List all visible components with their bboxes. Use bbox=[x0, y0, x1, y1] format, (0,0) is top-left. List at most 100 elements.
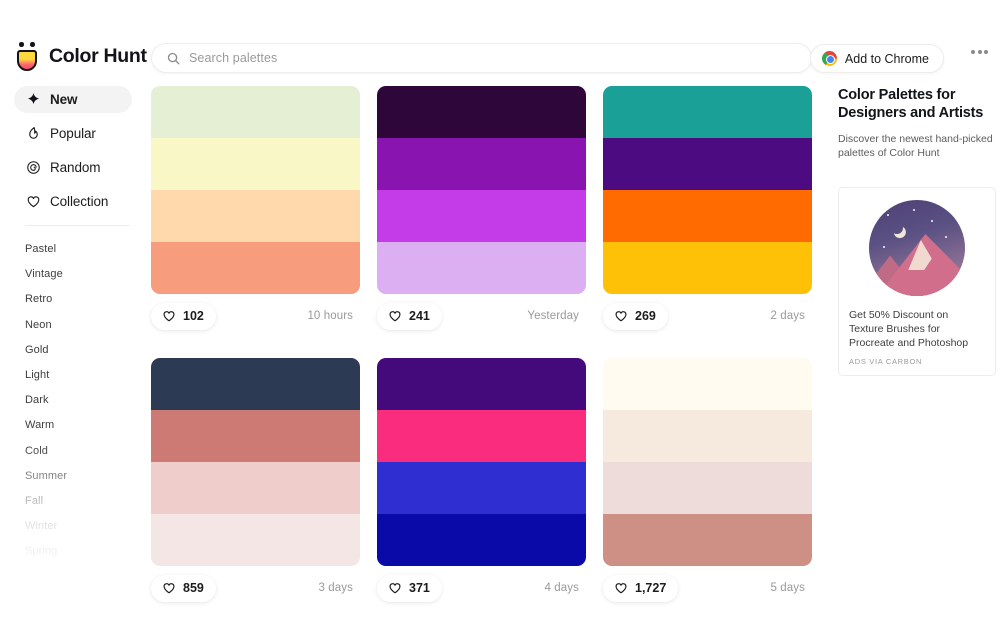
palette-timestamp: 4 days bbox=[544, 582, 579, 594]
heart-icon bbox=[27, 196, 40, 208]
like-button[interactable]: 1,727 bbox=[603, 574, 679, 602]
like-count: 1,727 bbox=[635, 581, 667, 595]
palette-color-swatch[interactable] bbox=[603, 242, 812, 294]
palette-color-swatch[interactable] bbox=[377, 86, 586, 138]
palette-color-swatch[interactable] bbox=[603, 410, 812, 462]
palette-color-swatch[interactable] bbox=[151, 242, 360, 294]
palette-color-swatch[interactable] bbox=[151, 86, 360, 138]
right-rail: Color Palettes for Designers and Artists… bbox=[838, 86, 996, 376]
palette-color-swatch[interactable] bbox=[377, 514, 586, 566]
palette-card[interactable]: 269 2 days bbox=[603, 86, 812, 338]
like-count: 102 bbox=[183, 309, 204, 323]
sidebar-item-random-label: Random bbox=[50, 160, 101, 175]
sidebar-tag-summer[interactable]: Summer bbox=[0, 464, 150, 489]
logo-cup-icon bbox=[17, 50, 37, 71]
like-count: 269 bbox=[635, 309, 656, 323]
sidebar-item-new[interactable]: New bbox=[14, 86, 132, 113]
sidebar-tag-light[interactable]: Light bbox=[0, 363, 150, 388]
palette-color-swatch[interactable] bbox=[377, 358, 586, 410]
brand-name: Color Hunt bbox=[49, 44, 147, 67]
palette-swatches[interactable] bbox=[377, 86, 586, 294]
palette-color-swatch[interactable] bbox=[603, 358, 812, 410]
palette-swatches[interactable] bbox=[151, 358, 360, 566]
sidebar-tag-gold[interactable]: Gold bbox=[0, 338, 150, 363]
like-button[interactable]: 241 bbox=[377, 302, 442, 330]
palette-timestamp: 5 days bbox=[770, 582, 805, 594]
heart-icon bbox=[389, 583, 401, 594]
like-button[interactable]: 859 bbox=[151, 574, 216, 602]
palette-swatches[interactable] bbox=[603, 86, 812, 294]
add-to-chrome-button[interactable]: Add to Chrome bbox=[809, 44, 944, 73]
palette-color-swatch[interactable] bbox=[377, 190, 586, 242]
palette-card[interactable]: 102 10 hours bbox=[151, 86, 360, 338]
sidebar-tag-cold[interactable]: Cold bbox=[0, 439, 150, 464]
sidebar-tag-warm[interactable]: Warm bbox=[0, 413, 150, 438]
sidebar-tag-neon[interactable]: Neon bbox=[0, 313, 150, 338]
sidebar-item-popular[interactable]: Popular bbox=[14, 120, 132, 147]
sidebar-item-collection[interactable]: Collection bbox=[14, 188, 132, 215]
palette-color-swatch[interactable] bbox=[603, 190, 812, 242]
palette-card[interactable]: 1,727 5 days bbox=[603, 358, 812, 610]
top-header: Color Hunt Search palettes Add to Chrome bbox=[0, 0, 1000, 86]
palette-card-footer: 102 10 hours bbox=[151, 294, 360, 338]
sidebar-tag-happy[interactable]: Happy bbox=[0, 564, 150, 589]
palette-card-footer: 241 Yesterday bbox=[377, 294, 586, 338]
ad-illustration-icon bbox=[869, 200, 965, 296]
color-hunt-app: Color Hunt Search palettes Add to Chrome… bbox=[0, 0, 1000, 630]
palette-color-swatch[interactable] bbox=[377, 462, 586, 514]
palette-card[interactable]: 371 4 days bbox=[377, 358, 586, 610]
like-count: 371 bbox=[409, 581, 430, 595]
like-button[interactable]: 269 bbox=[603, 302, 668, 330]
palette-color-swatch[interactable] bbox=[151, 190, 360, 242]
palette-swatches[interactable] bbox=[603, 358, 812, 566]
palette-card[interactable]: 241 Yesterday bbox=[377, 86, 586, 338]
sidebar-divider bbox=[25, 225, 130, 226]
ad-card[interactable]: Get 50% Discount on Texture Brushes for … bbox=[838, 187, 996, 376]
sidebar-tag-dark[interactable]: Dark bbox=[0, 388, 150, 413]
sidebar-tag-retro[interactable]: Retro bbox=[0, 287, 150, 312]
palette-color-swatch[interactable] bbox=[377, 138, 586, 190]
palette-card[interactable]: 859 3 days bbox=[151, 358, 360, 610]
chrome-logo-icon bbox=[821, 51, 837, 66]
like-button[interactable]: 371 bbox=[377, 574, 442, 602]
sidebar-tag-fall[interactable]: Fall bbox=[0, 489, 150, 514]
heart-icon bbox=[163, 311, 175, 322]
sidebar-tag-spring[interactable]: Spring bbox=[0, 539, 150, 564]
palette-color-swatch[interactable] bbox=[151, 138, 360, 190]
spiral-icon bbox=[27, 161, 40, 174]
sidebar-tag-pastel[interactable]: Pastel bbox=[0, 237, 150, 262]
sidebar-tag-vintage[interactable]: Vintage bbox=[0, 262, 150, 287]
heart-icon bbox=[615, 583, 627, 594]
palette-swatches[interactable] bbox=[377, 358, 586, 566]
sidebar-item-new-label: New bbox=[50, 92, 78, 107]
sidebar-tag-winter[interactable]: Winter bbox=[0, 514, 150, 539]
search-input[interactable]: Search palettes bbox=[151, 43, 812, 73]
palette-color-swatch[interactable] bbox=[151, 514, 360, 566]
ad-attribution: ADS VIA CARBON bbox=[849, 357, 923, 366]
palette-swatches[interactable] bbox=[151, 86, 360, 294]
search-icon bbox=[167, 52, 180, 64]
more-horizontal-icon[interactable] bbox=[971, 50, 988, 54]
palette-color-swatch[interactable] bbox=[151, 358, 360, 410]
sidebar-item-random[interactable]: Random bbox=[14, 154, 132, 181]
palette-timestamp: Yesterday bbox=[527, 310, 579, 322]
sidebar: New Popular Random Collection Pastel Vin… bbox=[0, 86, 150, 630]
sparkle-icon bbox=[27, 92, 40, 105]
sidebar-item-collection-label: Collection bbox=[50, 194, 109, 209]
page-subtitle: Discover the newest hand-picked palettes… bbox=[838, 133, 993, 159]
like-button[interactable]: 102 bbox=[151, 302, 216, 330]
palette-color-swatch[interactable] bbox=[151, 462, 360, 514]
palette-color-swatch[interactable] bbox=[377, 242, 586, 294]
heart-icon bbox=[389, 311, 401, 322]
search-placeholder-text: Search palettes bbox=[189, 51, 278, 65]
palette-color-swatch[interactable] bbox=[151, 410, 360, 462]
ad-text: Get 50% Discount on Texture Brushes for … bbox=[849, 309, 969, 349]
brand-logo[interactable]: Color Hunt bbox=[14, 41, 147, 71]
palette-color-swatch[interactable] bbox=[603, 86, 812, 138]
sidebar-item-popular-label: Popular bbox=[50, 126, 96, 141]
palette-color-swatch[interactable] bbox=[377, 410, 586, 462]
palette-color-swatch[interactable] bbox=[603, 138, 812, 190]
palette-color-swatch[interactable] bbox=[603, 462, 812, 514]
like-count: 859 bbox=[183, 581, 204, 595]
palette-color-swatch[interactable] bbox=[603, 514, 812, 566]
